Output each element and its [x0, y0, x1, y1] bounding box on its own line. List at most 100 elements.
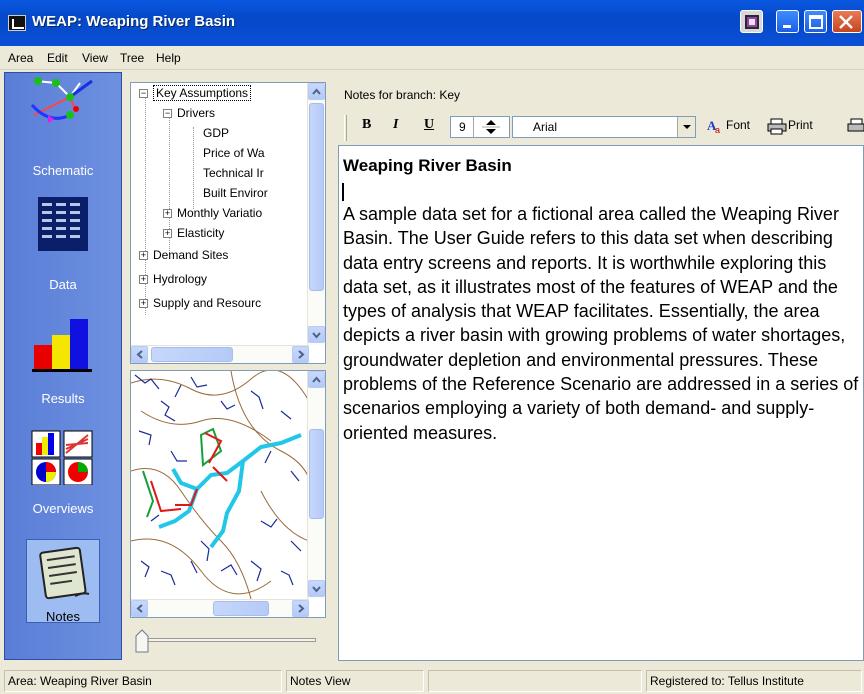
bold-button[interactable]: B — [362, 117, 371, 139]
font-size-stepper[interactable]: 9 — [450, 116, 510, 138]
printer-icon — [847, 118, 864, 132]
map-horizontal-scrollbar[interactable] — [131, 599, 309, 617]
font-button[interactable]: Aa Font — [706, 117, 750, 139]
tree-item-monthly-variation[interactable]: + Monthly Variatio — [163, 206, 262, 224]
scroll-down-icon[interactable] — [308, 580, 325, 597]
status-area: Area: Weaping River Basin — [4, 670, 282, 692]
font-name-select[interactable]: Arial — [512, 116, 696, 138]
collapse-icon[interactable]: − — [163, 109, 172, 119]
slider-thumb[interactable] — [134, 628, 150, 654]
tree-label: Key Assumptions — [153, 85, 252, 101]
window-title: WEAP: Weaping River Basin — [32, 13, 236, 30]
scroll-right-icon[interactable] — [292, 600, 309, 617]
map-vertical-scrollbar[interactable] — [307, 371, 325, 599]
tree-label: Drivers — [177, 106, 215, 120]
chevron-down-icon — [683, 125, 691, 129]
zoom-slider[interactable] — [130, 622, 326, 658]
tree-horizontal-scrollbar[interactable] — [131, 345, 309, 363]
print-button-label: Print — [788, 118, 813, 133]
view-bar: Schematic Data Results Overviews Notes — [4, 72, 122, 660]
notes-branch-label: Notes for branch: Key — [344, 88, 461, 102]
tree-label: Supply and Resourc — [153, 296, 262, 310]
expand-icon[interactable]: + — [163, 229, 172, 239]
notes-toolbar: B I U 9 Arial Aa Font Print — [338, 113, 864, 143]
weap-manager-icon[interactable] — [740, 10, 763, 33]
sidebar-item-results[interactable]: Results — [5, 313, 121, 418]
notes-icon — [39, 546, 90, 600]
minimize-button[interactable] — [776, 10, 799, 33]
font-size-value: 9 — [459, 120, 466, 134]
menu-bar: Area Edit View Tree Help — [0, 46, 864, 70]
underline-button[interactable]: U — [424, 117, 434, 139]
menu-help[interactable]: Help — [156, 51, 181, 65]
sidebar-item-overviews[interactable]: Overviews — [5, 425, 121, 530]
menu-edit[interactable]: Edit — [47, 51, 68, 65]
tree-label: GDP — [203, 126, 230, 140]
results-icon — [32, 319, 92, 372]
status-empty — [428, 670, 642, 692]
menu-tree[interactable]: Tree — [120, 51, 144, 65]
print-button[interactable]: Print — [766, 117, 813, 139]
collapse-icon[interactable]: − — [139, 89, 148, 99]
note-body: A sample data set for a fictional area c… — [343, 204, 859, 443]
expand-icon[interactable]: + — [139, 299, 148, 309]
printer-icon — [767, 118, 787, 135]
scroll-right-icon[interactable] — [292, 346, 309, 363]
tree-label: Demand Sites — [153, 248, 229, 262]
tree-item-supply-and-resources[interactable]: + Supply and Resourc — [139, 296, 261, 314]
tree-label: Elasticity — [177, 226, 225, 240]
sidebar-label-schematic: Schematic — [32, 163, 94, 178]
sidebar-item-data[interactable]: Data — [5, 191, 121, 296]
scroll-up-icon[interactable] — [308, 83, 325, 100]
scroll-left-icon[interactable] — [131, 346, 148, 363]
tree-label: Monthly Variatio — [177, 206, 263, 220]
sidebar-label-overviews: Overviews — [32, 501, 94, 516]
scroll-down-icon[interactable] — [308, 326, 325, 343]
svg-text:a: a — [715, 125, 720, 135]
expand-icon[interactable]: + — [139, 251, 148, 261]
status-registered: Registered to: Tellus Institute — [646, 670, 862, 692]
tree-item-built-environment[interactable]: Built Enviror — [203, 186, 268, 204]
scroll-left-icon[interactable] — [131, 600, 148, 617]
title-bar: WEAP: Weaping River Basin — [0, 0, 864, 46]
expand-icon[interactable]: + — [139, 275, 148, 285]
tree-item-hydrology[interactable]: + Hydrology — [139, 272, 207, 290]
expand-icon[interactable]: + — [163, 209, 172, 219]
font-name-value: Arial — [533, 120, 558, 134]
tree-item-technical-innovation[interactable]: Technical Ir — [203, 166, 264, 184]
data-icon — [38, 197, 88, 251]
italic-button[interactable]: I — [393, 117, 398, 139]
menu-view[interactable]: View — [82, 51, 108, 65]
tree-panel: − Key Assumptions − Drivers GDP Price of W… — [130, 82, 326, 364]
text-caret — [342, 183, 344, 201]
tree-label: Hydrology — [153, 272, 208, 286]
tree-item-elasticity[interactable]: + Elasticity — [163, 226, 224, 244]
close-button[interactable] — [832, 10, 862, 33]
status-view: Notes View — [286, 670, 424, 692]
scroll-thumb[interactable] — [213, 601, 269, 616]
app-icon[interactable] — [8, 15, 26, 31]
scroll-thumb[interactable] — [151, 347, 233, 362]
spin-arrows-icon[interactable] — [474, 117, 508, 137]
maximize-button[interactable] — [804, 10, 827, 33]
scroll-thumb[interactable] — [309, 103, 324, 291]
note-title: Weaping River Basin — [343, 156, 512, 175]
menu-area[interactable]: Area — [8, 51, 33, 65]
tree-item-drivers[interactable]: − Drivers — [163, 106, 215, 124]
tree-label: Price of Wa — [203, 146, 265, 160]
notes-editor[interactable]: Weaping River Basin A sample data set fo… — [338, 145, 864, 661]
tree-item-price-of-water[interactable]: Price of Wa — [203, 146, 265, 164]
sidebar-item-schematic[interactable]: Schematic — [5, 73, 121, 178]
scroll-up-icon[interactable] — [308, 371, 325, 388]
print-preview-button[interactable] — [846, 117, 864, 139]
font-icon: Aa — [707, 118, 720, 135]
schematic-map-preview[interactable] — [130, 370, 326, 618]
tree-label: Built Enviror — [203, 186, 268, 200]
tree-item-demand-sites[interactable]: + Demand Sites — [139, 248, 228, 266]
tree-item-gdp[interactable]: GDP — [203, 126, 229, 144]
scroll-thumb[interactable] — [309, 429, 324, 519]
sidebar-label-data: Data — [49, 277, 77, 292]
tree-item-key-assumptions[interactable]: − Key Assumptions — [139, 85, 252, 104]
tree-vertical-scrollbar[interactable] — [307, 83, 325, 345]
map-image — [131, 371, 309, 599]
